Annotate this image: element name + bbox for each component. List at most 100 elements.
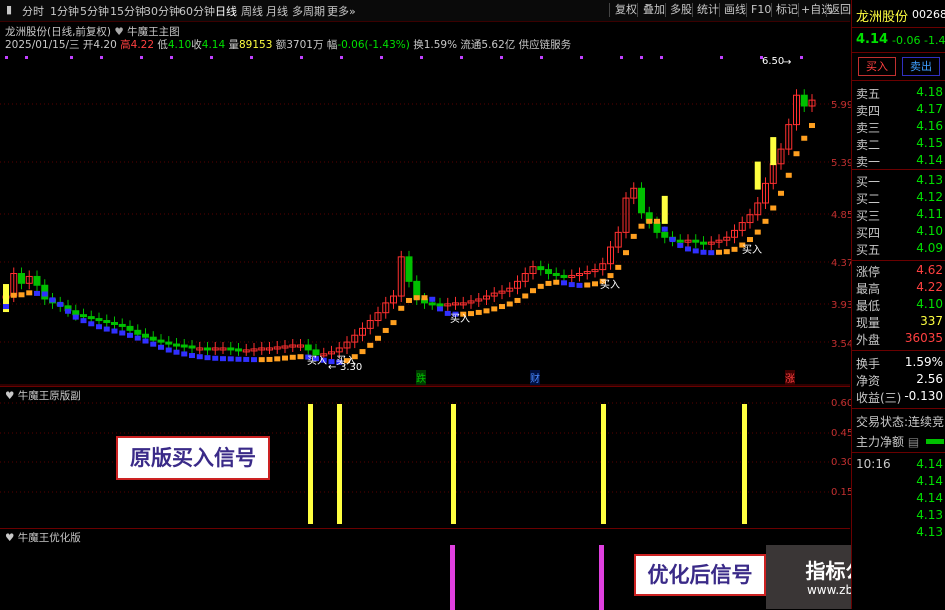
marker-dot — [25, 56, 28, 59]
ma-dot — [592, 281, 598, 287]
tick-row: 4.13 — [852, 508, 945, 524]
optimized-signal-callout: 优化后信号 — [634, 554, 766, 596]
rise-tag[interactable]: 涨 — [785, 370, 795, 385]
divider — [852, 408, 945, 409]
ma-dot — [398, 305, 405, 311]
tab-daily[interactable]: 日线 — [215, 3, 237, 19]
ma-dot — [677, 242, 684, 248]
panel-price: 4.14 — [856, 32, 889, 47]
ma-dot — [266, 356, 273, 362]
ask-row-value: 4.17 — [916, 102, 943, 116]
ma-dot — [708, 250, 715, 256]
marker-dot — [380, 56, 383, 59]
high-price-marker: 6.50 — [762, 56, 785, 67]
candle-body — [545, 269, 552, 275]
ma-dot — [615, 264, 622, 270]
bid-row-label: 买五 — [856, 243, 881, 257]
menu-icon[interactable]: ▮ — [6, 3, 12, 16]
mark-button[interactable]: 标记 — [776, 2, 798, 18]
signal-bar — [742, 404, 747, 524]
tab-weekly[interactable]: 周线 — [241, 3, 263, 19]
tab-5min[interactable]: 5分钟 — [80, 3, 109, 19]
tab-minute[interactable]: 分时 — [22, 3, 44, 19]
adjust-button[interactable]: 复权 — [615, 2, 637, 18]
candle-body — [405, 256, 413, 282]
ma-dot — [282, 355, 288, 361]
marker-dot — [210, 56, 213, 59]
candlestick-chart[interactable] — [0, 50, 850, 386]
ma-dot — [382, 327, 389, 333]
bid-row-label: 买四 — [856, 226, 881, 240]
tick-row: 4.14 — [852, 491, 945, 507]
ma-dot — [49, 297, 56, 303]
ma-dot — [297, 354, 304, 360]
marker-dot — [460, 56, 463, 59]
candle-body — [180, 344, 188, 348]
stat2-row-label: 净资 — [856, 374, 881, 388]
tab-multi-period[interactable]: 多周期 — [292, 3, 325, 19]
bid-row-value: 4.12 — [916, 190, 943, 204]
ma-dot — [483, 308, 490, 314]
divider — [665, 3, 666, 17]
divider — [637, 3, 638, 17]
ma-dot — [165, 347, 172, 353]
stat-row: 外盘 36035 — [852, 331, 945, 347]
candle-body — [188, 345, 196, 349]
overlay-button[interactable]: 叠加 — [643, 2, 665, 18]
ma-dot — [499, 304, 505, 310]
marker-dot — [170, 56, 173, 59]
candle-body — [126, 325, 134, 331]
candle-body — [692, 239, 700, 243]
sub1-title-text: 牛魔王原版副 — [17, 390, 81, 402]
ma-dot — [204, 355, 211, 361]
stat-row-label: 现量 — [856, 316, 881, 330]
stat-row-label: 涨停 — [856, 265, 881, 279]
trade-status-value: 连续竞 — [908, 415, 945, 429]
ma-dot — [406, 297, 412, 303]
fall-tag[interactable]: 跌 — [416, 370, 426, 385]
ask-row-value: 4.15 — [916, 136, 943, 150]
ma-dot — [158, 344, 164, 350]
bid-row: 买四 4.10 — [852, 224, 945, 240]
ma-dot — [142, 338, 149, 344]
tab-60min[interactable]: 60分钟 — [179, 3, 215, 19]
stat-row-value: 4.10 — [916, 297, 943, 311]
tab-15min[interactable]: 15分钟 — [110, 3, 146, 19]
sell-button[interactable]: 卖出 — [902, 57, 940, 76]
signal-bar — [599, 545, 604, 610]
tick-row: 4.13 — [852, 525, 945, 541]
divider — [609, 3, 610, 17]
ma-dot — [3, 304, 9, 310]
add-watchlist-button[interactable]: +自选 — [801, 2, 832, 18]
marker-dot — [720, 56, 723, 59]
main-flow-bar — [926, 439, 944, 444]
candle-body — [700, 241, 707, 245]
divider — [852, 260, 945, 261]
back-button[interactable]: 返回 — [829, 2, 851, 18]
tab-more[interactable]: 更多» — [327, 3, 356, 19]
draw-button[interactable]: 画线 — [724, 2, 746, 18]
candle-body — [560, 274, 568, 278]
ma-dot — [809, 123, 815, 129]
divider — [719, 3, 720, 17]
tab-monthly[interactable]: 月线 — [266, 3, 288, 19]
bid-row-value: 4.10 — [916, 224, 943, 238]
marker-dot — [420, 56, 423, 59]
stats-button[interactable]: 统计 — [697, 2, 719, 18]
candle-body — [436, 303, 444, 307]
main-flow[interactable]: 主力净额 ▤ — [856, 433, 919, 450]
ma-dot — [289, 354, 296, 360]
divider — [852, 452, 945, 453]
ma-dot — [119, 330, 126, 336]
multi-stock-button[interactable]: 多股 — [670, 2, 692, 18]
tab-1min[interactable]: 1分钟 — [50, 3, 79, 19]
divider — [746, 3, 747, 17]
ma-dot — [545, 280, 552, 286]
f10-button[interactable]: F10 — [751, 2, 771, 18]
tab-30min[interactable]: 30分钟 — [144, 3, 180, 19]
ask-row: 卖一 4.14 — [852, 153, 945, 169]
panel-stock-name: 龙洲股份 — [856, 10, 909, 25]
buy-button[interactable]: 买入 — [858, 57, 896, 76]
candle-body — [638, 187, 645, 214]
finance-tag[interactable]: 财 — [530, 370, 540, 385]
